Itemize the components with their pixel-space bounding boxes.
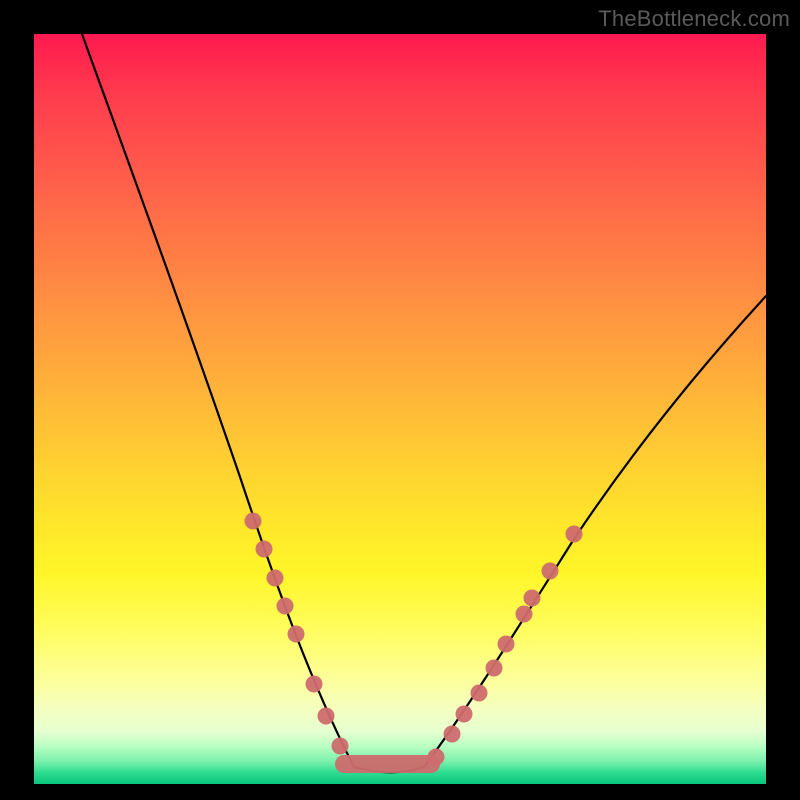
bottleneck-curve xyxy=(82,34,766,772)
outer-frame: TheBottleneck.com xyxy=(0,0,800,800)
marker-dots xyxy=(245,513,583,766)
plot-area xyxy=(34,34,766,784)
watermark-text: TheBottleneck.com xyxy=(598,6,790,32)
chart-overlay xyxy=(34,34,766,784)
